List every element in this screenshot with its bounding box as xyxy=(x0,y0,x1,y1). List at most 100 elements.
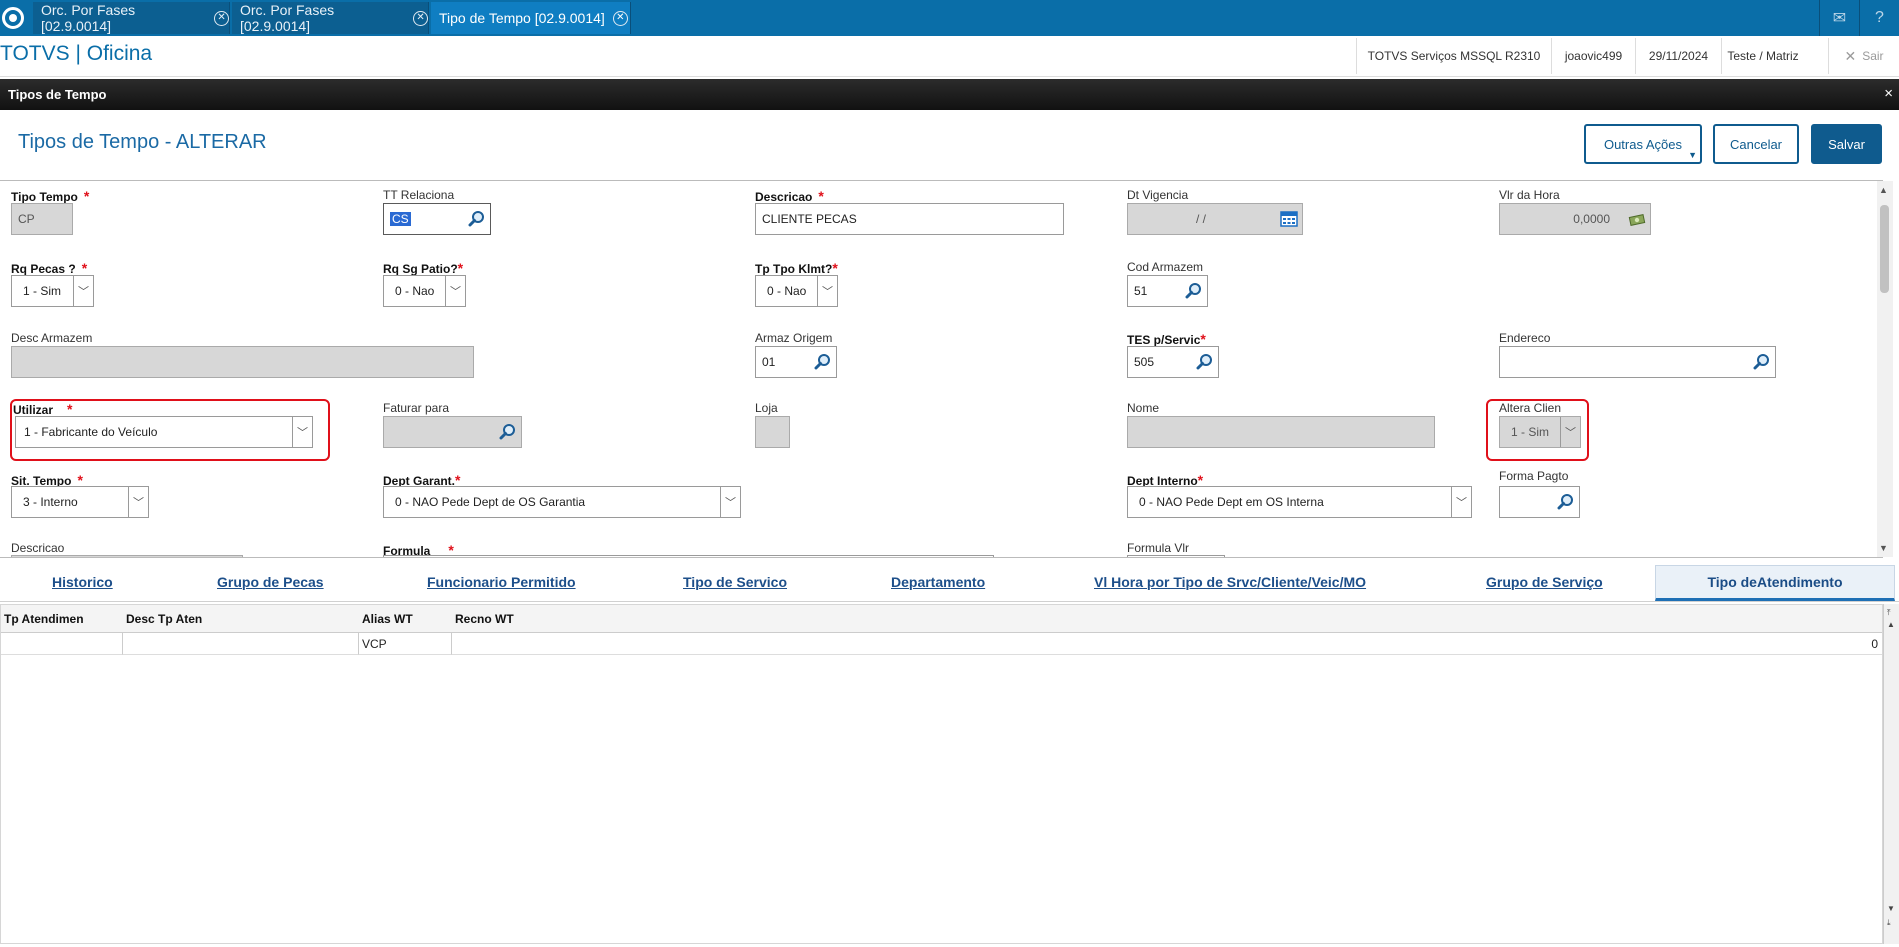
utilizar-select[interactable]: 1 - Fabricante do Veículo ﹀ xyxy=(15,416,313,448)
scroll-thumb[interactable] xyxy=(1880,205,1889,293)
search-icon[interactable] xyxy=(1753,353,1771,371)
desc-armazem-field[interactable] xyxy=(11,346,474,378)
tab-vl-hora[interactable]: Vl Hora por Tipo de Srvc/Cliente/Veic/MO xyxy=(1094,574,1366,590)
tes-servic-field[interactable]: 505 xyxy=(1127,346,1219,378)
grid-scrollbar[interactable]: ⤒ ▲ ▼ ⤓ xyxy=(1883,604,1899,944)
descricao2-field[interactable] xyxy=(11,555,243,557)
chevron-down-icon[interactable]: ﹀ xyxy=(1560,417,1580,447)
rq-pecas-select[interactable]: 1 - Sim ﹀ xyxy=(11,275,94,307)
chevron-down-icon[interactable]: ﹀ xyxy=(1451,487,1471,517)
tp-tpo-klmt-select[interactable]: 0 - Nao ﹀ xyxy=(755,275,838,307)
cod-armazem-field[interactable]: 51 xyxy=(1127,275,1208,307)
grid-header-recno-wt[interactable]: Recno WT xyxy=(452,605,652,633)
attendance-grid: Tp Atendimen Desc Tp Aten Alias WT Recno… xyxy=(0,604,1883,944)
loja-field[interactable] xyxy=(755,416,790,448)
chevron-down-icon[interactable]: ﹀ xyxy=(720,487,740,517)
cancel-button[interactable]: Cancelar xyxy=(1713,124,1799,164)
tab-grupo-de-pecas[interactable]: Grupo de Pecas xyxy=(217,574,324,590)
grid-header-alias-wt[interactable]: Alias WT xyxy=(359,605,452,633)
tipo-tempo-field[interactable]: CP xyxy=(11,203,73,235)
formula-vlr-field[interactable] xyxy=(1127,555,1225,557)
endereco-label: Endereco xyxy=(1499,331,1551,345)
money-icon[interactable] xyxy=(1628,210,1646,228)
save-button[interactable]: Salvar xyxy=(1811,124,1882,164)
forma-pagto-field[interactable] xyxy=(1499,486,1580,518)
search-icon[interactable] xyxy=(499,423,517,441)
chevron-down-icon[interactable]: ﹀ xyxy=(817,276,837,306)
other-actions-button[interactable]: Outras Ações ▼ xyxy=(1584,124,1702,164)
tab-grupo-de-servico[interactable]: Grupo de Serviço xyxy=(1486,574,1603,590)
rq-sg-patio-select[interactable]: 0 - Nao ﹀ xyxy=(383,275,466,307)
tt-relaciona-field[interactable]: CS xyxy=(383,203,491,235)
search-icon[interactable] xyxy=(1185,282,1203,300)
dept-interno-value: 0 - NAO Pede Dept em OS Interna xyxy=(1139,495,1324,509)
desc-armazem-label: Desc Armazem xyxy=(11,331,93,345)
tab-departamento[interactable]: Departamento xyxy=(891,574,985,590)
close-tab-icon[interactable]: ✕ xyxy=(413,10,428,26)
dept-interno-select[interactable]: 0 - NAO Pede Dept em OS Interna ﹀ xyxy=(1127,486,1472,518)
other-actions-label: Outras Ações xyxy=(1603,136,1683,152)
scroll-up-icon[interactable]: ▲ xyxy=(1887,620,1895,629)
tp-tpo-klmt-label: Tp Tpo Klmt?* xyxy=(755,260,838,276)
chevron-down-icon[interactable]: ﹀ xyxy=(128,487,148,517)
table-cell[interactable]: 0 xyxy=(452,633,1882,655)
close-tab-icon[interactable]: ✕ xyxy=(214,10,229,26)
vlr-hora-field[interactable]: 0,0000 xyxy=(1499,203,1651,235)
descricao2-label: Descricao xyxy=(11,541,65,555)
form-scrollbar[interactable]: ▲ ▼ xyxy=(1877,181,1893,557)
date-label: 29/11/2024 xyxy=(1635,38,1721,74)
totvs-logo-icon[interactable] xyxy=(0,0,26,36)
page-title: Tipos de Tempo - ALTERAR xyxy=(18,131,267,153)
mail-icon[interactable]: ✉ xyxy=(1819,0,1859,36)
tt-relaciona-label: TT Relaciona xyxy=(383,188,455,202)
search-icon[interactable] xyxy=(1196,353,1214,371)
armaz-origem-value: 01 xyxy=(762,355,776,369)
chevron-down-icon[interactable]: ﹀ xyxy=(73,276,93,306)
table-cell[interactable] xyxy=(123,633,359,655)
chevron-down-icon[interactable]: ﹀ xyxy=(292,417,312,447)
top-tab-orc-fases-1[interactable]: Orc. Por Fases [02.9.0014] ✕ xyxy=(33,2,230,34)
window-close-icon[interactable]: × xyxy=(1884,85,1893,102)
descricao-field[interactable]: CLIENTE PECAS xyxy=(755,203,1064,235)
window-title-bar: Tipos de Tempo × xyxy=(0,79,1899,110)
table-cell[interactable] xyxy=(1,633,123,655)
grid-header-tp-atendimen[interactable]: Tp Atendimen xyxy=(1,605,123,633)
sit-tempo-select[interactable]: 3 - Interno ﹀ xyxy=(11,486,149,518)
calendar-icon[interactable] xyxy=(1280,210,1298,228)
close-tab-icon[interactable]: ✕ xyxy=(612,10,628,26)
search-icon[interactable] xyxy=(468,210,486,228)
altera-clien-label: Altera Clien xyxy=(1499,401,1562,415)
altera-clien-select[interactable]: 1 - Sim ﹀ xyxy=(1499,416,1581,448)
top-tab-tipo-tempo[interactable]: Tipo de Tempo [02.9.0014] ✕ xyxy=(431,2,631,34)
tipo-tempo-label: Tipo Tempo * xyxy=(11,188,90,204)
scroll-down-icon[interactable]: ▼ xyxy=(1887,904,1895,913)
scroll-bottom-icon[interactable]: ⤓ xyxy=(1887,918,1891,928)
tab-tipo-de-servico[interactable]: Tipo de Servico xyxy=(683,574,787,590)
vlr-hora-value: 0,0000 xyxy=(1573,212,1610,226)
scroll-down-icon[interactable]: ▼ xyxy=(1879,543,1888,553)
tab-tipo-de-atendimento[interactable]: Tipo deAtendimento xyxy=(1655,565,1895,601)
table-cell[interactable]: VCP xyxy=(359,633,452,655)
help-icon[interactable]: ? xyxy=(1859,0,1899,36)
top-tab-label: Tipo de Tempo [02.9.0014] xyxy=(439,10,605,26)
search-icon[interactable] xyxy=(814,353,832,371)
exit-button[interactable]: ✕ Sair xyxy=(1828,38,1899,74)
window-title: Tipos de Tempo xyxy=(8,87,107,102)
dt-vigencia-field[interactable]: / / xyxy=(1127,203,1303,235)
tab-historico[interactable]: Historico xyxy=(52,574,113,590)
endereco-field[interactable] xyxy=(1499,346,1776,378)
dept-garant-select[interactable]: 0 - NAO Pede Dept de OS Garantia ﹀ xyxy=(383,486,741,518)
search-icon[interactable] xyxy=(1557,493,1575,511)
user-label: joaovic499 xyxy=(1551,38,1635,74)
grid-header-desc-tp-aten[interactable]: Desc Tp Aten xyxy=(123,605,359,633)
tab-funcionario-permitido[interactable]: Funcionario Permitido xyxy=(427,574,576,590)
formula-field[interactable] xyxy=(383,555,994,557)
chevron-down-icon[interactable]: ﹀ xyxy=(445,276,465,306)
dt-vigencia-value: / / xyxy=(1196,212,1207,226)
nome-field[interactable] xyxy=(1127,416,1435,448)
faturar-para-field[interactable] xyxy=(383,416,522,448)
scroll-up-icon[interactable]: ▲ xyxy=(1879,185,1888,195)
scroll-top-icon[interactable]: ⤒ xyxy=(1887,608,1891,618)
armaz-origem-field[interactable]: 01 xyxy=(755,346,837,378)
top-tab-orc-fases-2[interactable]: Orc. Por Fases [02.9.0014] ✕ xyxy=(232,2,429,34)
